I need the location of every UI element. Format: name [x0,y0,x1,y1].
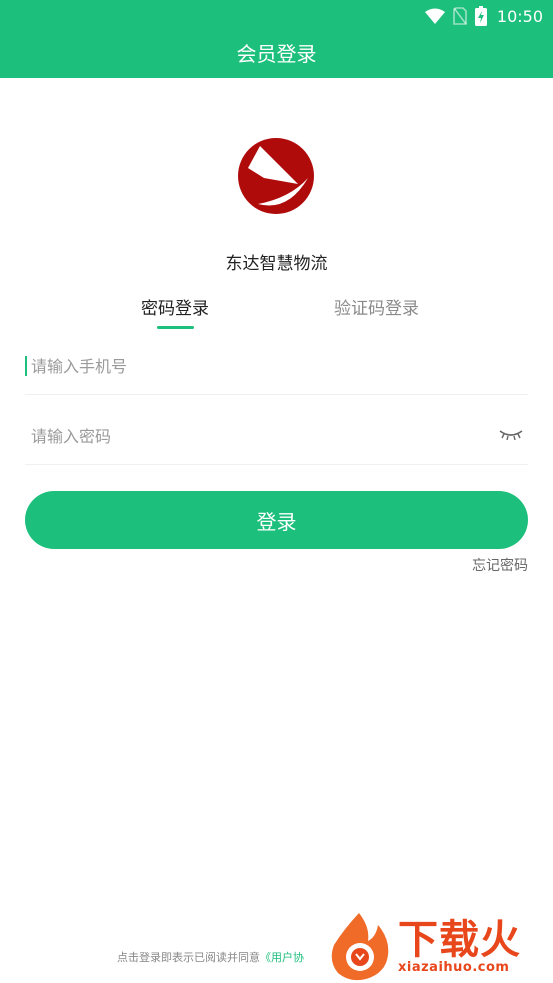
watermark-subtitle: xiazaihuo.com [398,959,510,975]
phone-field [25,338,528,395]
brand-name: 东达智慧物流 [225,254,328,274]
eye-closed-icon[interactable] [498,426,524,442]
user-agreement-link[interactable]: 《用户协 [260,951,304,964]
company-logo [238,138,314,214]
forgot-password-link[interactable]: 忘记密码 [472,555,528,575]
page-title: 会员登录 [236,42,317,66]
status-bar: 10:50 [424,4,543,28]
watermark-text: 下载火 xiazaihuo.com [398,918,521,975]
tab-code-login[interactable]: 验证码登录 [334,294,419,319]
tab-password-login[interactable]: 密码登录 [141,294,209,319]
flame-logo-icon [331,913,389,981]
watermark-title: 下载火 [398,916,521,963]
active-tab-indicator [157,326,194,329]
status-time: 10:50 [496,6,543,26]
phone-input[interactable] [25,338,497,394]
agreement-text: 点击登录即表示已阅读并同意《用户协 [117,949,304,965]
password-field [25,408,528,465]
wifi-icon [424,8,445,24]
password-input[interactable] [25,408,497,464]
app-bar: 10:50 会员登录 [0,0,553,78]
watermark: 下载火 xiazaihuo.com [326,910,550,982]
battery-charging-icon [474,6,487,26]
login-button[interactable]: 登录 [25,491,528,549]
agreement-prefix: 点击登录即表示已阅读并同意 [117,951,260,964]
no-sim-icon [453,7,467,25]
